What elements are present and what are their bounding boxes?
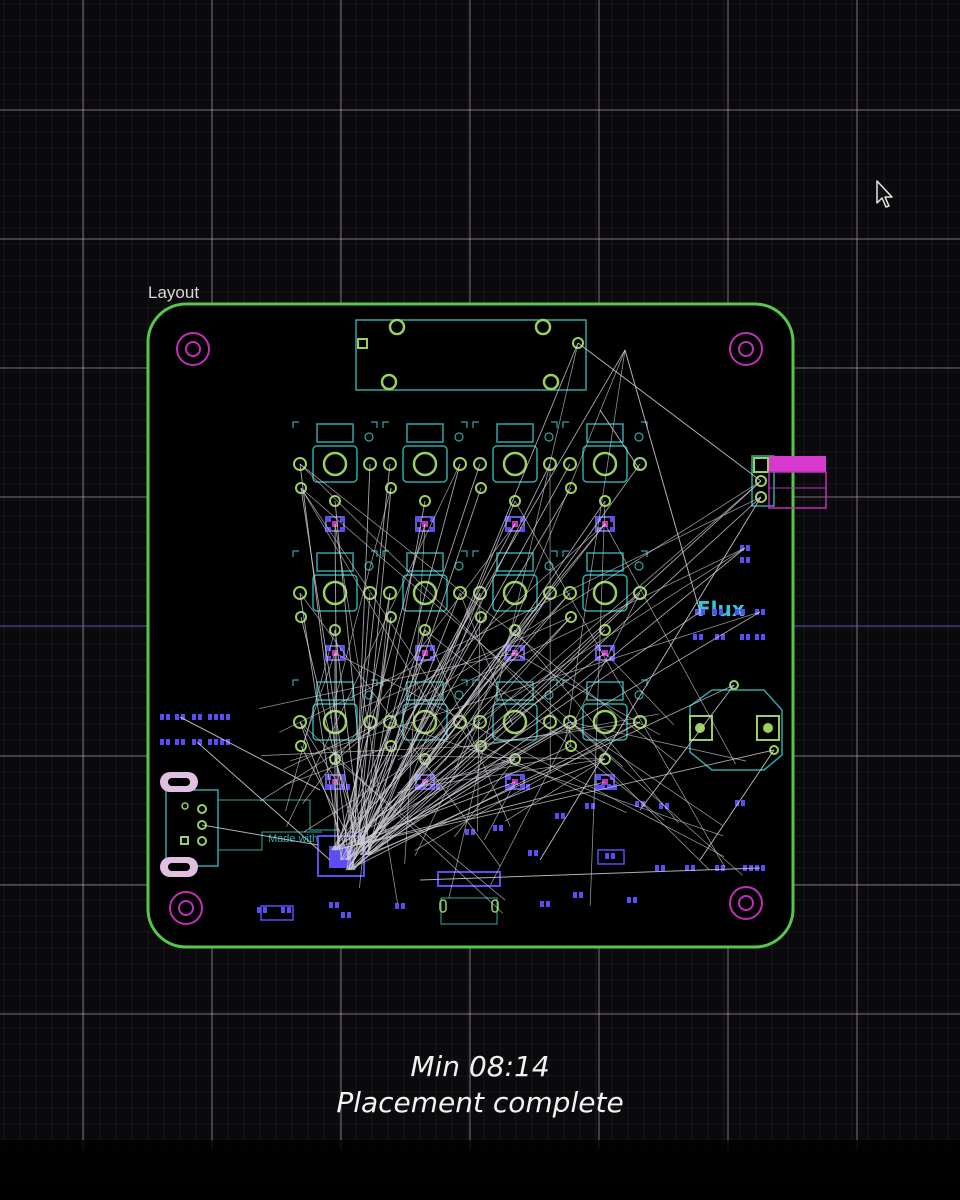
pcb-board[interactable]: Flux Made with xyxy=(146,302,827,949)
pcb-canvas[interactable]: Flux Made with xyxy=(0,0,960,1200)
bottom-overlay xyxy=(0,1140,960,1200)
timer-label: Min 08:14 xyxy=(410,1050,550,1083)
board-outline[interactable] xyxy=(146,302,795,949)
canvas-title: Layout xyxy=(148,283,200,302)
status-message: Placement complete xyxy=(336,1086,624,1119)
mouse-pointer-icon xyxy=(876,180,893,208)
